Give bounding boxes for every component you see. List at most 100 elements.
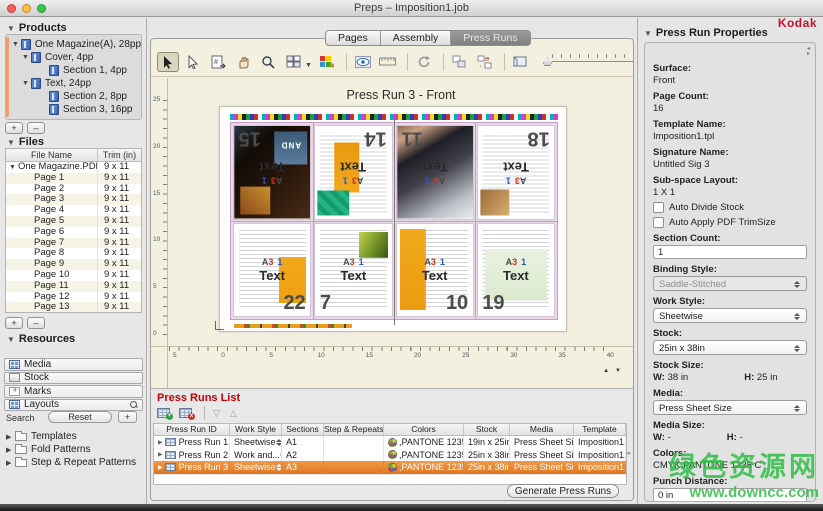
- expander-triangle-icon[interactable]: ▶: [158, 451, 163, 458]
- resources-header[interactable]: ▼Resources: [7, 333, 75, 345]
- zoom-slider-track[interactable]: [552, 61, 634, 62]
- tile-swap-icon[interactable]: ⇄: [474, 52, 496, 72]
- chevron-down-icon[interactable]: ▼: [305, 62, 312, 69]
- column-header[interactable]: Press Run ID: [154, 424, 230, 435]
- page-numbering-tool-icon[interactable]: #: [207, 52, 229, 72]
- search-icon[interactable]: [130, 401, 138, 409]
- column-header[interactable]: Template: [574, 424, 626, 435]
- press-run-row[interactable]: ▶Press Run 3 Sheetwise A3 ,PANTONE 1235 …: [154, 461, 626, 474]
- add-product-button[interactable]: +: [5, 122, 23, 134]
- move-down-icon[interactable]: ▽: [213, 408, 220, 419]
- stock-select[interactable]: 25in x 38in: [653, 340, 807, 355]
- panel-collapse-arrows[interactable]: ◂▸: [807, 47, 810, 57]
- column-header[interactable]: Stock: [464, 424, 510, 435]
- trim-column-header[interactable]: Trim (in): [98, 149, 141, 161]
- product-tree-item[interactable]: ▼ One Magazine(A), 28pp: [6, 38, 141, 51]
- reset-button[interactable]: Reset: [48, 411, 112, 423]
- hand-tool-icon[interactable]: [232, 52, 254, 72]
- media-select[interactable]: Press Sheet Size: [653, 400, 807, 415]
- layout-view-menu-icon[interactable]: [282, 52, 304, 72]
- work-style-select[interactable]: Sheetwise: [653, 308, 807, 323]
- expander-triangle-icon[interactable]: ▼: [22, 54, 31, 61]
- column-header[interactable]: Colors: [384, 424, 464, 435]
- zoom-slider[interactable]: [543, 57, 634, 66]
- tile-arrange-icon[interactable]: [449, 52, 471, 72]
- imposed-page[interactable]: A31 Text 22: [233, 223, 311, 318]
- resource-category-row[interactable]: Layouts: [4, 399, 143, 412]
- files-header[interactable]: ▼Files: [7, 136, 44, 148]
- imposed-page[interactable]: A31 Text 14: [314, 125, 392, 220]
- delete-press-run-icon[interactable]: x: [179, 408, 192, 418]
- file-row[interactable]: Page 1 9 x 11: [6, 173, 141, 184]
- preview-toggle-icon[interactable]: [352, 52, 374, 72]
- add-press-run-icon[interactable]: +: [157, 408, 170, 418]
- file-name-column-header[interactable]: File Name: [6, 149, 98, 161]
- product-tree-item[interactable]: Section 1, 4pp: [6, 64, 141, 77]
- resource-category-row[interactable]: Media: [4, 358, 143, 371]
- center-panel: # ▼ ⇄: [150, 38, 634, 501]
- expander-triangle-icon[interactable]: ▶: [6, 446, 15, 454]
- products-header[interactable]: ▼Products: [7, 22, 67, 34]
- list-scroll-arrow[interactable]: ▸: [627, 449, 631, 457]
- work-style-stepper[interactable]: [276, 439, 282, 446]
- resource-folder-row[interactable]: ▶ Step & Repeat Patterns: [6, 456, 144, 469]
- work-style-stepper[interactable]: [276, 464, 282, 471]
- resource-folder-row[interactable]: ▶ Templates: [6, 430, 144, 443]
- view-tab[interactable]: Pages: [326, 31, 381, 45]
- move-up-icon[interactable]: △: [230, 408, 237, 419]
- imposed-page[interactable]: A31 Text 7: [314, 223, 392, 318]
- press-sheet[interactable]: AND A31 Text 15 A3: [219, 106, 567, 332]
- column-header[interactable]: Work Style: [230, 424, 282, 435]
- expander-triangle-icon[interactable]: ▶: [158, 464, 163, 471]
- imposition-canvas[interactable]: Press Run 3 - Front 2520151050: [151, 78, 633, 388]
- press-run-properties-header[interactable]: ▼Press Run Properties: [644, 27, 768, 39]
- section-count-input[interactable]: 1: [653, 245, 807, 259]
- product-tree-item[interactable]: Section 3, 16pp: [6, 103, 141, 116]
- view-tab[interactable]: Press Runs: [451, 31, 529, 45]
- direct-select-tool-icon[interactable]: [182, 52, 204, 72]
- zoom-slider-thumb[interactable]: [543, 57, 552, 66]
- select-tool-icon[interactable]: [157, 52, 179, 72]
- marks-palette-icon[interactable]: [316, 52, 338, 72]
- generate-press-runs-button[interactable]: Generate Press Runs: [507, 484, 619, 498]
- remove-file-button[interactable]: –: [27, 317, 45, 329]
- expander-triangle-icon[interactable]: ▶: [6, 459, 15, 467]
- product-tree-item[interactable]: ▼ Text, 24pp: [6, 77, 141, 90]
- product-tree-item[interactable]: Section 2, 8pp: [6, 90, 141, 103]
- expander-triangle-icon[interactable]: ▼: [9, 164, 16, 171]
- imposed-page[interactable]: A31 Text 18: [477, 125, 555, 220]
- imposed-page[interactable]: A31 Text 11: [396, 125, 474, 220]
- column-header[interactable]: Media: [510, 424, 574, 435]
- add-search-filter-button[interactable]: +: [118, 411, 137, 423]
- column-header[interactable]: Step & Repeats: [324, 424, 384, 435]
- binding-style-select[interactable]: Saddle-Stitched: [653, 276, 807, 291]
- imposed-page[interactable]: A31 Text 10: [396, 223, 474, 318]
- file-row[interactable]: Page 11 9 x 11: [6, 281, 141, 292]
- add-file-button[interactable]: +: [5, 317, 23, 329]
- file-row[interactable]: Page 6 9 x 11: [6, 227, 141, 238]
- imposed-page[interactable]: AND A31 Text 15: [233, 125, 311, 220]
- product-tree-item[interactable]: ▼ Cover, 4pp: [6, 51, 141, 64]
- press-run-row[interactable]: ▶Press Run 1 Sheetwise A1 ,PANTONE 1235 …: [154, 436, 626, 449]
- auto-apply-trimsize-checkbox[interactable]: [653, 217, 664, 228]
- punch-distance-input[interactable]: 0 in: [653, 488, 807, 502]
- view-tab[interactable]: Assembly: [381, 31, 452, 45]
- measure-tool-icon[interactable]: [377, 52, 399, 72]
- auto-divide-stock-checkbox[interactable]: [653, 202, 664, 213]
- resource-category-row[interactable]: Marks: [4, 385, 143, 398]
- expander-triangle-icon[interactable]: ▼: [22, 80, 31, 87]
- press-run-row[interactable]: ▶Press Run 2 Work and... A2 ,PANTONE 123…: [154, 449, 626, 462]
- resource-folder-row[interactable]: ▶ Fold Patterns: [6, 443, 144, 456]
- expander-triangle-icon[interactable]: ▼: [12, 41, 21, 48]
- sheet-view-icon[interactable]: [510, 52, 532, 72]
- rotate-tool-icon[interactable]: [413, 52, 435, 72]
- file-row[interactable]: Page 13 9 x 11: [6, 302, 141, 313]
- remove-product-button[interactable]: –: [27, 122, 45, 134]
- expander-triangle-icon[interactable]: ▶: [158, 439, 163, 446]
- imposed-page[interactable]: A31 Text 19: [477, 223, 555, 318]
- pane-splitter-arrows[interactable]: ▲▼: [603, 368, 627, 374]
- expander-triangle-icon[interactable]: ▶: [6, 433, 15, 441]
- resource-category-row[interactable]: Stock: [4, 372, 143, 385]
- zoom-tool-icon[interactable]: [257, 52, 279, 72]
- column-header[interactable]: Sections: [282, 424, 324, 435]
